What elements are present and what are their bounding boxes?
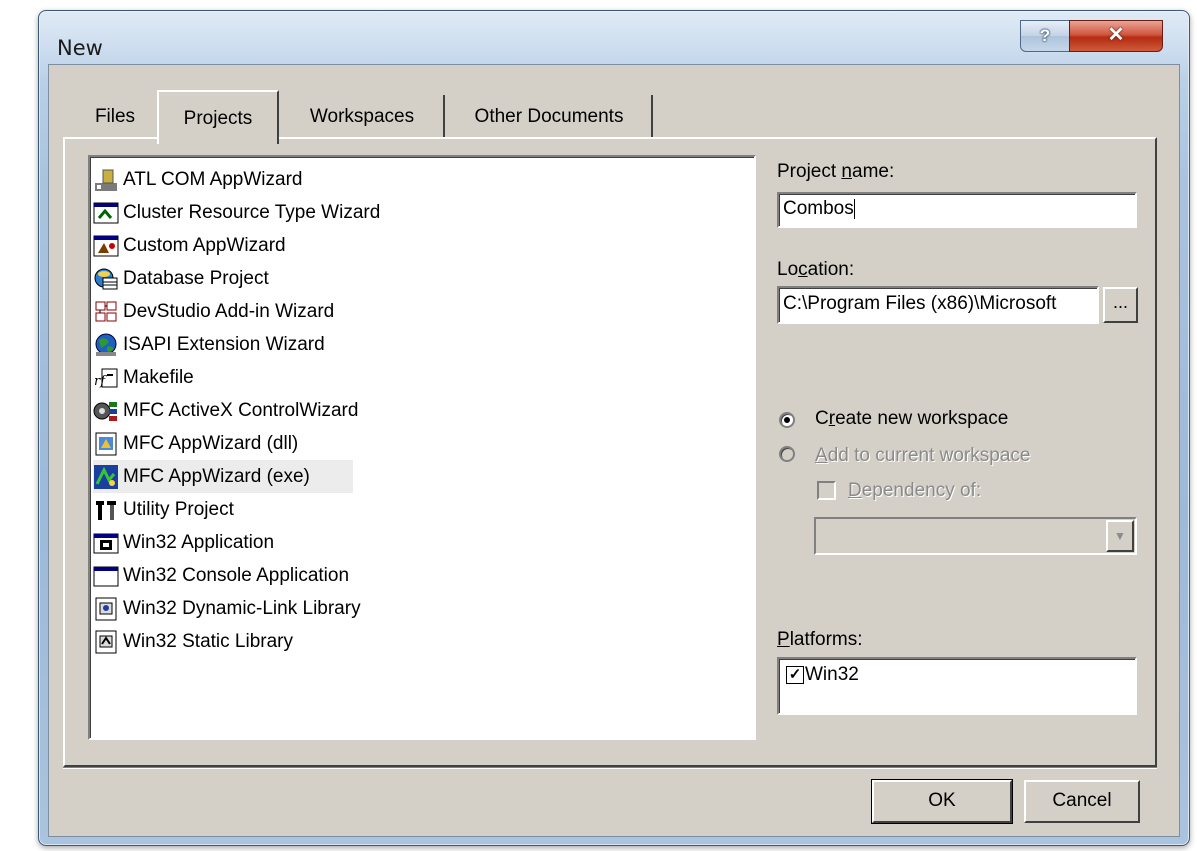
list-item-label: ATL COM AppWizard: [123, 168, 303, 190]
browse-button[interactable]: ...: [1103, 287, 1138, 323]
add-to-workspace-radio[interactable]: [779, 446, 795, 462]
atl-com-icon: [93, 167, 119, 193]
list-item[interactable]: Win32 Application: [93, 526, 274, 559]
location-input[interactable]: C:\Program Files (x86)\Microsoft: [777, 286, 1099, 324]
tab-label: Workspaces: [309, 106, 415, 127]
list-item[interactable]: Win32 Static Library: [93, 625, 293, 658]
list-item[interactable]: Custom AppWizard: [93, 229, 286, 262]
chevron-down-icon[interactable]: ▼: [1106, 520, 1134, 552]
help-button[interactable]: ?: [1020, 20, 1070, 52]
list-item[interactable]: MFC AppWizard (exe): [93, 460, 353, 493]
project-type-list[interactable]: ATL COM AppWizard Cluster Resource Type …: [88, 155, 756, 740]
platform-label: Win32: [805, 664, 859, 685]
list-item-label: Custom AppWizard: [123, 234, 286, 256]
list-item[interactable]: MFC AppWizard (dll): [93, 427, 298, 460]
console-icon: [93, 563, 119, 589]
window-title: New: [57, 36, 103, 60]
list-item[interactable]: ATL COM AppWizard: [93, 163, 303, 196]
tab-label: Files: [94, 106, 136, 127]
tab-files[interactable]: Files: [75, 95, 155, 139]
list-item[interactable]: Utility Project: [93, 493, 234, 526]
tab-projects[interactable]: Projects: [157, 90, 279, 144]
tab-label: Projects: [183, 108, 253, 129]
tab-label: Other Documents: [474, 106, 624, 127]
list-item[interactable]: Win32 Console Application: [93, 559, 349, 592]
list-item-label: Utility Project: [123, 498, 234, 520]
project-name-label: Project name:: [777, 161, 895, 182]
list-item-label: MFC AppWizard (exe): [123, 465, 310, 487]
tools-icon: [93, 497, 119, 523]
platforms-list[interactable]: ✓ Win32: [777, 657, 1137, 715]
tab-other-documents[interactable]: Other Documents: [447, 95, 653, 139]
create-new-workspace-label[interactable]: Create new workspace: [815, 408, 1008, 430]
list-item[interactable]: Win32 Dynamic-Link Library: [93, 592, 361, 625]
makefile-icon: rf: [93, 365, 119, 391]
list-item[interactable]: MFC ActiveX ControlWizard: [93, 394, 358, 427]
platforms-label: Platforms:: [777, 629, 863, 650]
location-label: Location:: [777, 259, 855, 280]
tab-workspaces[interactable]: Workspaces: [281, 95, 445, 139]
divider: [63, 767, 1157, 769]
close-button[interactable]: ✕: [1069, 20, 1163, 52]
list-item[interactable]: rf Makefile: [93, 361, 194, 394]
list-item-label: Cluster Resource Type Wizard: [123, 201, 381, 223]
dependency-label[interactable]: Dependency of:: [848, 480, 981, 502]
dependency-select[interactable]: ▼: [814, 517, 1137, 555]
text-cursor: [853, 198, 855, 219]
list-item[interactable]: ISAPI Extension Wizard: [93, 328, 325, 361]
create-new-workspace-radio[interactable]: [779, 412, 795, 428]
list-item-label: Win32 Static Library: [123, 630, 294, 652]
list-item-label: Win32 Application: [123, 531, 275, 553]
list-item-label: MFC ActiveX ControlWizard: [123, 399, 359, 421]
list-item-label: MFC AppWizard (dll): [123, 432, 299, 454]
checkbox-checked-icon[interactable]: ✓: [786, 666, 804, 684]
list-item-label: Win32 Console Application: [123, 564, 350, 586]
mfc-exe-icon: [93, 464, 119, 490]
ok-button[interactable]: OK: [871, 779, 1013, 824]
add-to-workspace-label[interactable]: Add to current workspace: [815, 445, 1030, 467]
dll-icon: [93, 596, 119, 622]
list-item-label: Win32 Dynamic-Link Library: [123, 597, 361, 619]
database-icon: [93, 266, 119, 292]
list-item-label: DevStudio Add-in Wizard: [123, 300, 335, 322]
project-name-value: Combos: [783, 198, 854, 219]
project-name-input[interactable]: Combos: [777, 192, 1137, 228]
list-item-label: Database Project: [123, 267, 269, 289]
list-item[interactable]: Cluster Resource Type Wizard: [93, 196, 380, 229]
cancel-button[interactable]: Cancel: [1024, 780, 1140, 823]
list-item-label: Makefile: [123, 366, 194, 388]
lib-icon: [93, 629, 119, 655]
location-value: C:\Program Files (x86)\Microsoft: [783, 293, 1057, 314]
list-item-label: ISAPI Extension Wizard: [123, 333, 325, 355]
mfc-dll-icon: [93, 431, 119, 457]
win32-app-icon: [93, 530, 119, 556]
activex-icon: [93, 398, 119, 424]
custom-wizard-icon: [93, 233, 119, 259]
cluster-icon: [93, 200, 119, 226]
globe-icon: [93, 332, 119, 358]
list-item[interactable]: Database Project: [93, 262, 269, 295]
dependency-checkbox[interactable]: [817, 481, 836, 500]
platform-item[interactable]: ✓ Win32: [786, 664, 859, 686]
list-item[interactable]: DevStudio Add-in Wizard: [93, 295, 334, 328]
addin-icon: [93, 299, 119, 325]
